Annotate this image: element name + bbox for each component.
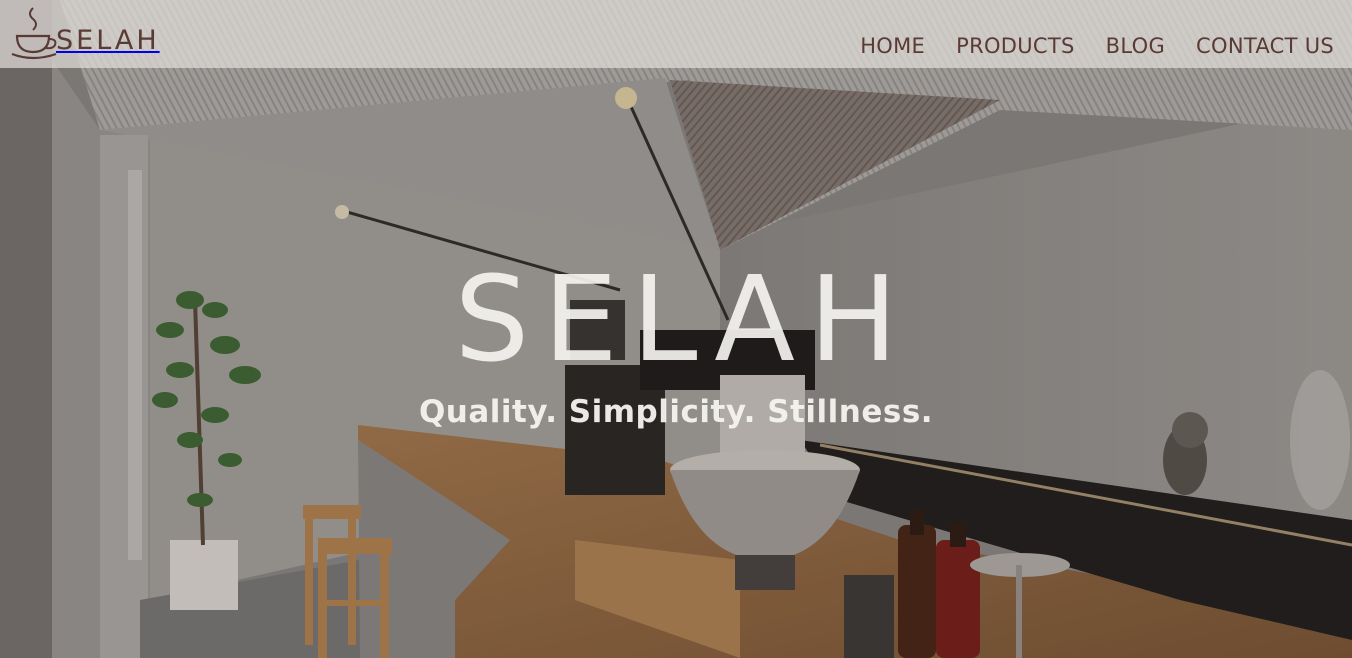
nav-products[interactable]: PRODUCTS <box>956 34 1075 58</box>
logo-text: SELAH <box>56 25 160 56</box>
coffee-cup-icon <box>11 7 57 60</box>
hero-tagline: Quality. Simplicity. Stillness. <box>418 394 934 430</box>
nav-blog[interactable]: BLOG <box>1106 34 1165 58</box>
main-nav: HOME PRODUCTS BLOG CONTACT US <box>860 34 1334 58</box>
hero-title: SELAH <box>454 250 912 388</box>
site-header: SELAH HOME PRODUCTS BLOG CONTACT US <box>0 0 1352 68</box>
nav-home[interactable]: HOME <box>860 34 925 58</box>
brand-logo[interactable]: SELAH <box>10 2 160 62</box>
nav-contact-us[interactable]: CONTACT US <box>1196 34 1334 58</box>
